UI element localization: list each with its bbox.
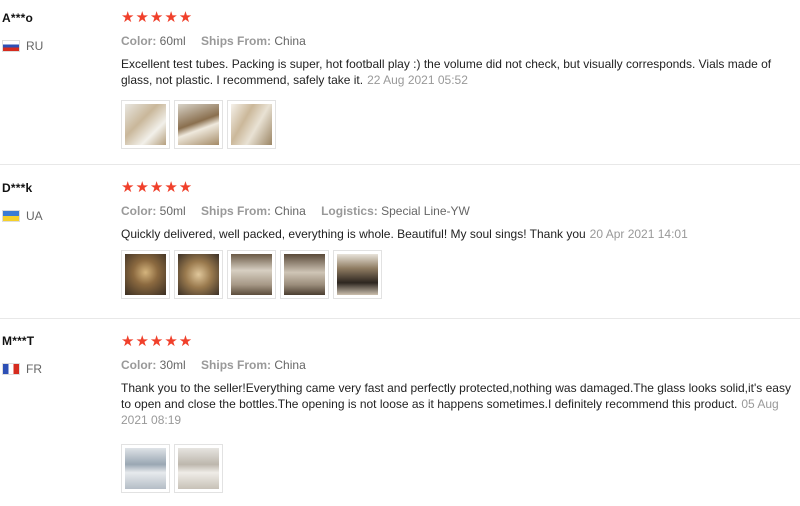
photo-image: [125, 254, 166, 295]
review-photo-thumbnail[interactable]: [227, 100, 276, 149]
review-photos: [121, 444, 800, 493]
attr-value: 30ml: [159, 358, 186, 372]
attr-label: Color:: [121, 358, 157, 372]
attr-value: China: [274, 358, 306, 372]
reviewer-country: UA: [2, 209, 43, 223]
attr-label: Ships From:: [201, 34, 272, 48]
review-photo-thumbnail[interactable]: [174, 250, 223, 299]
country-code: RU: [26, 39, 44, 53]
review-body: Thank you to the seller!Everything came …: [121, 381, 791, 411]
review-photo-thumbnail[interactable]: [227, 250, 276, 299]
review-text: Excellent test tubes. Packing is super, …: [121, 56, 800, 88]
photo-image: [125, 448, 166, 489]
review-body: Quickly delivered, well packed, everythi…: [121, 227, 586, 241]
attr-label: Ships From:: [201, 358, 272, 372]
review-photo-thumbnail[interactable]: [174, 100, 223, 149]
review-date: 22 Aug 2021 05:52: [367, 73, 468, 87]
russia-flag-icon: [2, 40, 20, 52]
reviewer-name: M***T: [2, 334, 35, 348]
attr-value: 50ml: [159, 204, 186, 218]
reviewer-info: D***k UA: [2, 181, 43, 223]
photo-image: [178, 254, 219, 295]
attr-label: Color:: [121, 34, 157, 48]
review-content: ★★★★★ Color: 60ml Ships From: China Exce…: [121, 10, 800, 149]
attr-label: Ships From:: [201, 204, 272, 218]
star-rating: ★★★★★: [121, 9, 194, 26]
review-item: A***o RU ★★★★★ Color: 60ml Ships From: C…: [0, 0, 800, 165]
review-photo-thumbnail[interactable]: [121, 444, 170, 493]
review-photos: [121, 100, 800, 149]
france-flag-icon: [2, 363, 20, 375]
review-item: D***k UA ★★★★★ Color: 50ml Ships From: C…: [0, 165, 800, 319]
review-photo-thumbnail[interactable]: [174, 444, 223, 493]
star-rating: ★★★★★: [121, 333, 194, 350]
review-attributes: Color: 30ml Ships From: China: [121, 358, 800, 372]
review-photo-thumbnail[interactable]: [121, 250, 170, 299]
review-text: Thank you to the seller!Everything came …: [121, 380, 800, 428]
attr-label: Color:: [121, 204, 157, 218]
review-item: M***T FR ★★★★★ Color: 30ml Ships From: C…: [0, 319, 800, 506]
photo-image: [284, 254, 325, 295]
review-attributes: Color: 50ml Ships From: China Logistics:…: [121, 204, 800, 218]
photo-image: [125, 104, 166, 145]
attr-value: China: [274, 204, 306, 218]
attr-value: 60ml: [159, 34, 186, 48]
country-code: UA: [26, 209, 43, 223]
photo-image: [178, 448, 219, 489]
reviewer-name: A***o: [2, 11, 34, 25]
review-photo-thumbnail[interactable]: [121, 100, 170, 149]
country-code: FR: [26, 362, 42, 376]
review-photo-thumbnail[interactable]: [333, 250, 382, 299]
review-attributes: Color: 60ml Ships From: China: [121, 34, 800, 48]
ukraine-flag-icon: [2, 210, 20, 222]
reviewer-info: M***T FR: [2, 334, 42, 376]
review-content: ★★★★★ Color: 50ml Ships From: China Logi…: [121, 180, 800, 299]
star-rating: ★★★★★: [121, 179, 194, 196]
attr-value: Special Line-YW: [381, 204, 470, 218]
attr-label: Logistics:: [321, 204, 378, 218]
reviewer-country: FR: [2, 362, 42, 376]
photo-image: [178, 104, 219, 145]
review-photo-thumbnail[interactable]: [280, 250, 329, 299]
reviewer-country: RU: [2, 39, 43, 53]
reviewer-info: A***o RU: [2, 11, 43, 53]
review-text: Quickly delivered, well packed, everythi…: [121, 226, 800, 242]
photo-image: [231, 104, 272, 145]
review-content: ★★★★★ Color: 30ml Ships From: China Than…: [121, 334, 800, 493]
review-date: 20 Apr 2021 14:01: [589, 227, 688, 241]
photo-image: [337, 254, 378, 295]
photo-image: [231, 254, 272, 295]
review-photos: [121, 250, 800, 299]
reviewer-name: D***k: [2, 181, 33, 195]
attr-value: China: [274, 34, 306, 48]
